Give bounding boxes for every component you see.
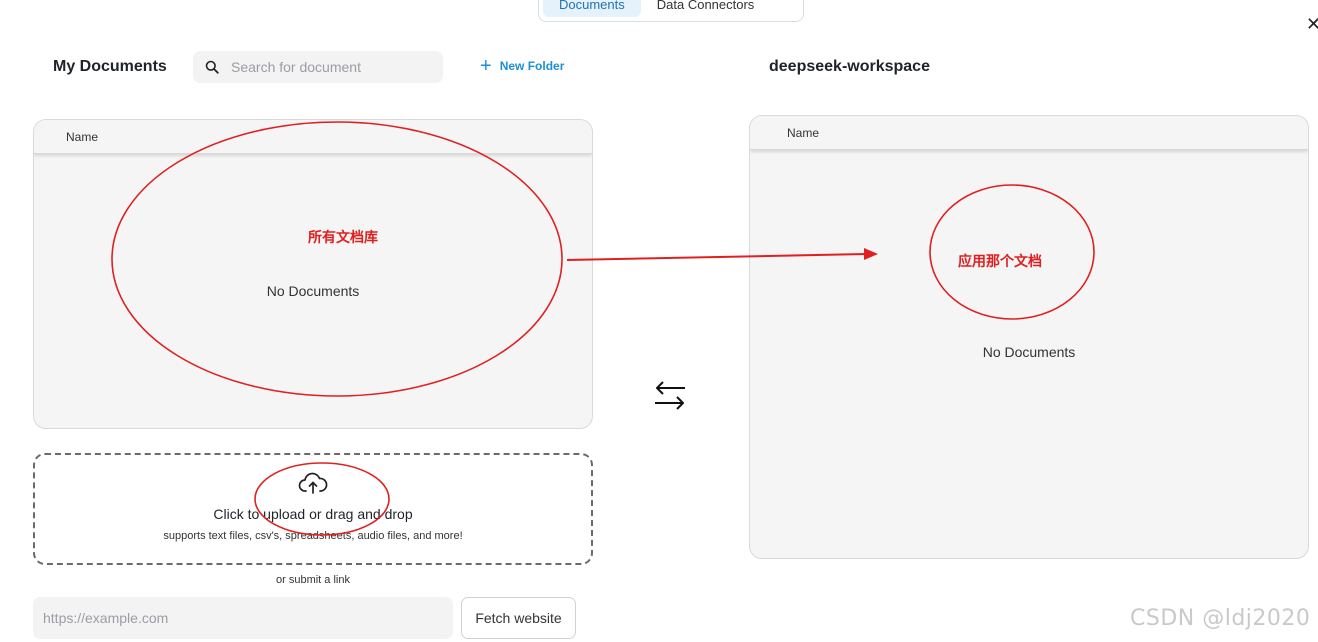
my-documents-title: My Documents	[53, 58, 167, 75]
search-box[interactable]	[193, 51, 443, 83]
workspace-title: deepseek-workspace	[769, 58, 930, 75]
plus-icon: +	[480, 55, 492, 77]
tab-data-connectors[interactable]: Data Connectors	[641, 0, 771, 17]
new-folder-button[interactable]: + New Folder	[480, 55, 565, 77]
workspace-table-header: Name	[750, 116, 1308, 150]
tab-bar: Documents Data Connectors	[538, 0, 804, 22]
new-folder-label: New Folder	[499, 59, 565, 73]
annotation-right-label: 应用那个文档	[958, 253, 1042, 269]
upload-secondary-text: supports text files, csv's, spreadsheets…	[163, 530, 463, 542]
tab-documents[interactable]: Documents	[543, 0, 641, 17]
close-icon[interactable]: ✕	[1306, 14, 1318, 35]
search-icon	[205, 60, 219, 74]
fetch-website-button[interactable]: Fetch website	[461, 597, 576, 639]
workspace-empty-state: No Documents	[982, 344, 1076, 360]
workspace-documents-panel: Name No Documents	[749, 115, 1309, 559]
search-input[interactable]	[229, 58, 429, 76]
url-input[interactable]	[33, 597, 453, 639]
my-documents-panel: Name No Documents	[33, 119, 593, 429]
empty-state: No Documents	[266, 283, 360, 299]
column-name: Name	[66, 129, 99, 144]
or-submit-link-text: or submit a link	[276, 574, 350, 586]
column-name: Name	[787, 125, 820, 140]
documents-table-header: Name	[34, 120, 592, 154]
cloud-upload-icon	[298, 471, 328, 500]
annotation-left-label: 所有文档库	[308, 229, 378, 245]
upload-dropzone[interactable]: Click to upload or drag and drop support…	[33, 453, 593, 565]
upload-primary-text: Click to upload or drag and drop	[213, 506, 413, 522]
swap-arrows-icon[interactable]	[652, 378, 688, 414]
watermark: CSDN @ldj2020	[1130, 606, 1311, 631]
